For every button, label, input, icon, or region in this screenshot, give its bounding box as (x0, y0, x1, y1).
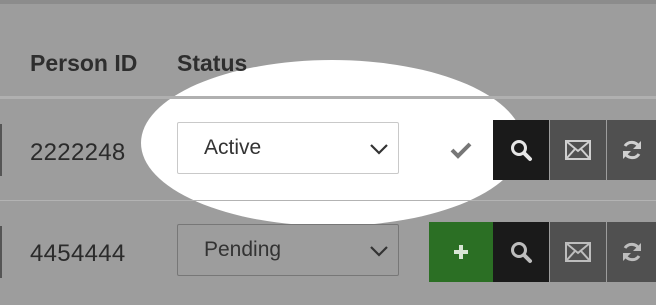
search-icon (511, 242, 532, 263)
column-header-status[interactable]: Status (177, 50, 247, 77)
refresh-button[interactable] (607, 222, 656, 282)
envelope-icon (565, 140, 591, 160)
status-select[interactable]: Active (177, 122, 399, 174)
chevron-down-icon (370, 246, 388, 257)
email-button[interactable] (550, 222, 606, 282)
row-divider (0, 200, 656, 201)
status-select[interactable]: Pending (177, 224, 399, 276)
table-header: Person ID Status (0, 4, 656, 96)
row-edge (0, 124, 2, 176)
refresh-icon (622, 242, 641, 262)
column-header-person-id[interactable]: Person ID (30, 50, 137, 77)
add-button[interactable] (429, 222, 493, 282)
plus-icon (454, 245, 468, 259)
status-select-value: Pending (204, 238, 282, 261)
search-icon (511, 140, 532, 161)
search-button[interactable] (493, 120, 549, 180)
email-button[interactable] (550, 120, 606, 180)
envelope-icon (565, 242, 591, 262)
search-button[interactable] (493, 222, 549, 282)
person-id-cell: 4454444 (30, 240, 126, 267)
row-edge (0, 226, 2, 278)
header-divider (0, 96, 656, 99)
person-id-cell: 2222248 (30, 139, 126, 166)
refresh-button[interactable] (607, 120, 656, 180)
check-icon[interactable] (449, 139, 473, 161)
status-select-value: Active (204, 136, 262, 159)
refresh-icon (622, 140, 641, 160)
chevron-down-icon (370, 144, 388, 155)
